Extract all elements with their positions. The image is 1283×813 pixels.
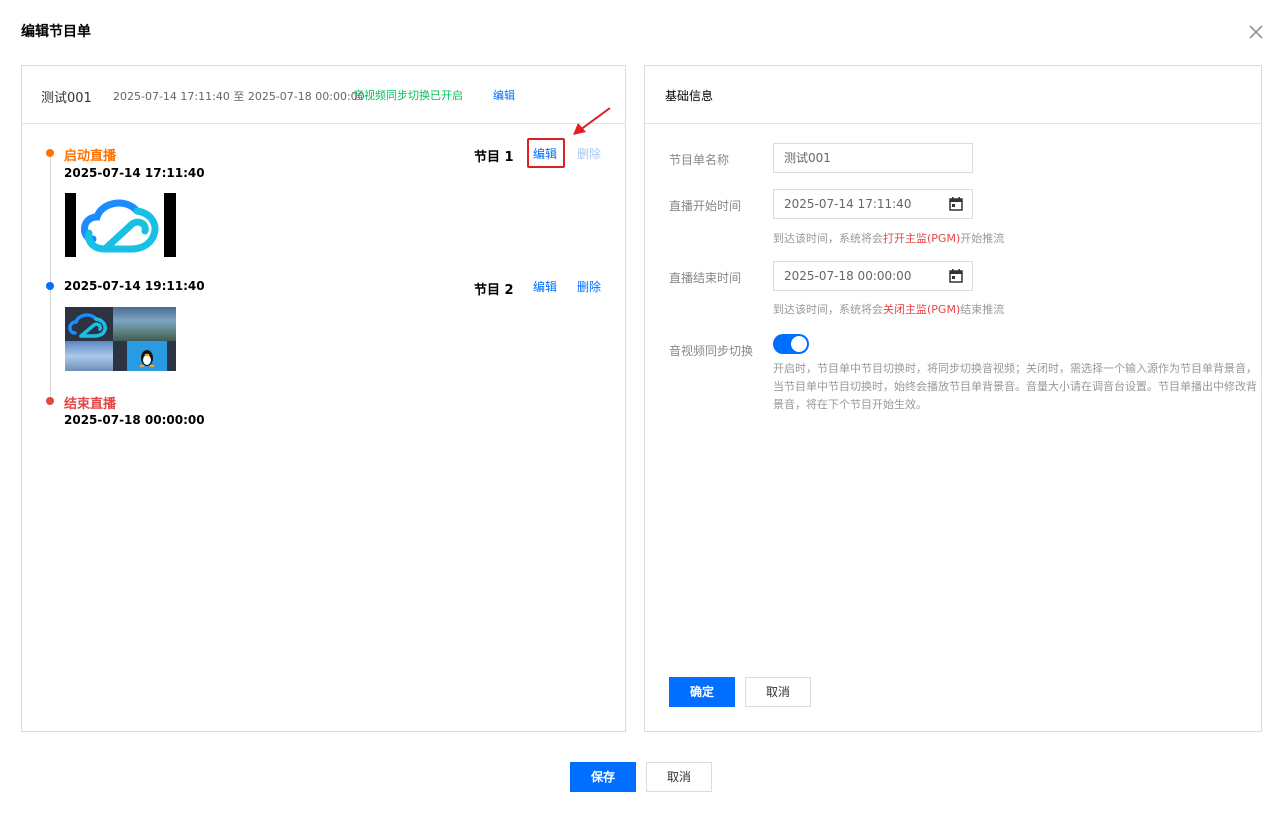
schedule-panel: 测试001 2025-07-14 17:11:40 至 2025-07-18 0… xyxy=(21,65,626,732)
end-time-input[interactable]: 2025-07-18 00:00:00 xyxy=(773,261,973,291)
program-2-edit-link[interactable]: 编辑 xyxy=(533,278,557,295)
name-label: 节目单名称 xyxy=(669,153,730,167)
end-time-hint: 到达该时间，系统将会关闭主监(PGM)结束推流 xyxy=(773,303,1005,316)
program-1-delete-link: 删除 xyxy=(577,147,602,161)
start-dot xyxy=(46,149,54,157)
confirm-button[interactable]: 确定 xyxy=(669,677,735,707)
start-time-hint: 到达该时间，系统将会打开主监(PGM)开始推流 xyxy=(773,232,1005,245)
start-live-label: 启动直播 xyxy=(64,149,117,164)
schedule-range: 2025-07-14 17:11:40 至 2025-07-18 00:00:0… xyxy=(113,90,365,103)
pointer-arrow-icon xyxy=(573,107,611,135)
calendar-icon[interactable] xyxy=(949,197,963,211)
start-live-time: 2025-07-14 17:11:40 xyxy=(64,166,205,180)
end-time-value: 2025-07-18 00:00:00 xyxy=(784,269,912,283)
dialog-title: 编辑节目单 xyxy=(21,24,91,40)
end-time-label: 直播结束时间 xyxy=(669,271,742,285)
save-button[interactable]: 保存 xyxy=(570,762,636,792)
start-time-input[interactable]: 2025-07-14 17:11:40 xyxy=(773,189,973,219)
end-live-label: 结束直播 xyxy=(64,397,117,412)
schedule-name: 测试001 xyxy=(41,91,92,106)
program-2-label: 节目 2 xyxy=(474,283,514,298)
info-cancel-button[interactable]: 取消 xyxy=(745,677,811,707)
landscape-thumbnail xyxy=(113,307,176,341)
sky-thumbnail xyxy=(65,341,113,371)
cloud-logo-icon xyxy=(65,307,113,341)
calendar-icon[interactable] xyxy=(949,269,963,283)
sync-description: 开启时，节目单中节目切换时，将同步切换音视频；关闭时，需选择一个输入源作为节目单… xyxy=(773,362,1257,411)
cloud-logo-icon xyxy=(81,199,159,253)
start-time-value: 2025-07-14 17:11:40 xyxy=(784,197,912,211)
program-2-time: 2025-07-14 19:11:40 xyxy=(64,279,205,293)
sync-label: 音视频同步切换 xyxy=(669,344,754,358)
program-2-dot xyxy=(46,282,54,290)
name-input[interactable]: 测试001 xyxy=(773,143,973,173)
program-1-label: 节目 1 xyxy=(474,150,514,165)
penguin-icon xyxy=(127,341,167,371)
program-2-delete-link[interactable]: 删除 xyxy=(577,278,601,295)
info-panel-header: 基础信息 xyxy=(645,66,1261,124)
program-1-thumbnail xyxy=(65,193,176,257)
cancel-button[interactable]: 取消 xyxy=(646,762,712,792)
sync-status-text: 音视频同步切换已开启 xyxy=(353,89,463,102)
timeline-line xyxy=(50,152,51,402)
start-time-label: 直播开始时间 xyxy=(669,199,742,213)
schedule-edit-link[interactable]: 编辑 xyxy=(493,87,515,103)
name-input-value: 测试001 xyxy=(784,151,831,165)
end-dot xyxy=(46,397,54,405)
sync-toggle[interactable] xyxy=(773,334,809,354)
info-panel-title: 基础信息 xyxy=(665,89,714,103)
schedule-header: 测试001 2025-07-14 17:11:40 至 2025-07-18 0… xyxy=(22,66,625,124)
info-panel: 基础信息 节目单名称 测试001 直播开始时间 2025-07-14 17:11… xyxy=(644,65,1262,732)
end-live-time: 2025-07-18 00:00:00 xyxy=(64,413,205,427)
program-2-thumbnail xyxy=(65,307,176,371)
program-1-edit-link[interactable]: 编辑 xyxy=(533,145,557,162)
close-icon[interactable] xyxy=(1247,23,1265,41)
